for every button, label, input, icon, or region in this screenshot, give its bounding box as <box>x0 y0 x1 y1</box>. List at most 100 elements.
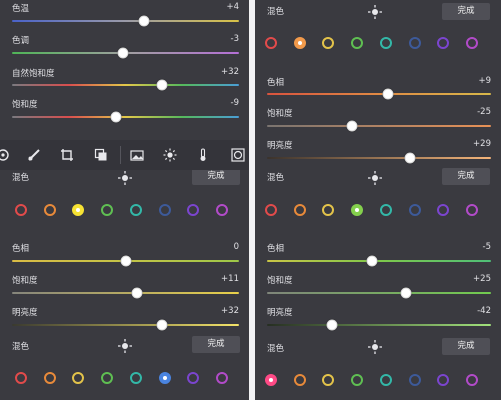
luminance-label: 明亮度 <box>267 141 293 151</box>
done-button[interactable]: 完成 <box>192 170 240 185</box>
color-swatch[interactable] <box>379 204 392 216</box>
slider-thumb[interactable] <box>404 152 416 164</box>
color-swatch[interactable] <box>15 372 27 384</box>
sun-icon[interactable] <box>163 148 177 162</box>
target-adjust-icon[interactable] <box>368 5 382 19</box>
color-swatch[interactable] <box>158 204 171 216</box>
saturation-label: 饱和度 <box>267 109 293 119</box>
color-swatch[interactable] <box>351 204 364 216</box>
color-swatch[interactable] <box>322 374 335 386</box>
brush-icon[interactable] <box>27 148 41 162</box>
adjust-icon[interactable] <box>0 148 10 162</box>
slider-thumb[interactable] <box>110 111 122 123</box>
done-button[interactable]: 完成 <box>442 3 490 20</box>
color-swatch[interactable] <box>15 204 27 216</box>
color-swatch[interactable] <box>379 374 392 386</box>
done-button-2[interactable]: 完成 <box>442 338 490 355</box>
image-icon[interactable] <box>130 148 144 162</box>
color-swatch[interactable] <box>437 374 450 386</box>
target-adjust-icon[interactable] <box>368 171 382 185</box>
color-swatch[interactable] <box>43 204 56 216</box>
color-swatch[interactable] <box>215 372 228 384</box>
luminance-slider[interactable] <box>267 152 491 164</box>
luminance-label: 明亮度 <box>12 308 38 318</box>
hue-slider[interactable] <box>267 255 491 267</box>
done-button[interactable]: 完成 <box>442 168 490 185</box>
layers-icon[interactable] <box>94 148 108 162</box>
luminance-slider[interactable] <box>12 319 239 331</box>
color-swatch[interactable] <box>465 37 478 49</box>
temperature-slider[interactable] <box>12 15 239 27</box>
color-swatch[interactable] <box>351 37 364 49</box>
saturation-slider[interactable] <box>12 287 239 299</box>
done-button-2[interactable]: 完成 <box>192 336 240 353</box>
hue-label: 色相 <box>267 244 285 254</box>
color-swatch[interactable] <box>408 204 421 216</box>
color-swatch[interactable] <box>437 37 450 49</box>
saturation-value: -25 <box>477 107 491 117</box>
vibrance-slider[interactable] <box>12 79 239 91</box>
color-swatch[interactable] <box>265 204 277 216</box>
edit-toolbar <box>0 140 249 170</box>
hue-slider[interactable] <box>267 88 491 100</box>
vignette-icon[interactable] <box>231 148 245 162</box>
color-swatch[interactable] <box>158 372 171 384</box>
color-swatch[interactable] <box>322 37 335 49</box>
luminance-value: +29 <box>473 139 491 149</box>
target-adjust-icon-2[interactable] <box>118 339 132 353</box>
saturation-slider[interactable] <box>12 111 239 123</box>
color-swatch[interactable] <box>43 372 56 384</box>
color-swatch[interactable] <box>322 204 335 216</box>
slider-thumb[interactable] <box>346 120 358 132</box>
tint-slider[interactable] <box>12 47 239 59</box>
slider-thumb[interactable] <box>382 88 394 100</box>
color-swatch[interactable] <box>72 204 85 216</box>
color-swatch[interactable] <box>72 372 85 384</box>
crop-icon[interactable] <box>60 148 74 162</box>
tint-value: -3 <box>230 34 239 44</box>
color-swatch[interactable] <box>101 204 114 216</box>
color-swatch[interactable] <box>265 374 277 386</box>
color-swatch[interactable] <box>465 374 478 386</box>
thermometer-icon[interactable] <box>196 148 210 162</box>
mix-label: 混色 <box>267 7 285 17</box>
target-adjust-icon-2[interactable] <box>368 340 382 354</box>
color-swatch[interactable] <box>408 37 421 49</box>
color-swatch[interactable] <box>408 374 421 386</box>
mix-label-2: 混色 <box>267 344 285 354</box>
slider-thumb[interactable] <box>117 47 129 59</box>
saturation-value: -9 <box>230 98 239 108</box>
color-swatch[interactable] <box>187 372 200 384</box>
color-swatch[interactable] <box>379 37 392 49</box>
slider-thumb[interactable] <box>366 255 378 267</box>
color-swatch[interactable] <box>101 372 114 384</box>
color-swatch[interactable] <box>437 204 450 216</box>
target-adjust-icon[interactable] <box>118 171 132 185</box>
color-swatch[interactable] <box>265 37 277 49</box>
hue-slider[interactable] <box>12 255 239 267</box>
hue-value: -5 <box>482 242 491 252</box>
color-swatch[interactable] <box>129 372 142 384</box>
color-swatch[interactable] <box>293 37 306 49</box>
color-swatch[interactable] <box>129 204 142 216</box>
color-swatch[interactable] <box>465 204 478 216</box>
temperature-value: +4 <box>226 2 239 12</box>
slider-thumb[interactable] <box>326 319 338 331</box>
slider-thumb[interactable] <box>120 255 131 267</box>
slider-thumb[interactable] <box>156 319 168 331</box>
saturation-slider[interactable] <box>267 287 491 299</box>
color-swatch[interactable] <box>293 204 306 216</box>
slider-thumb[interactable] <box>156 79 168 91</box>
luminance-slider[interactable] <box>267 319 491 331</box>
slider-thumb[interactable] <box>400 287 412 299</box>
slider-thumb[interactable] <box>138 15 150 27</box>
color-swatch[interactable] <box>351 374 364 386</box>
color-swatch[interactable] <box>215 204 228 216</box>
luminance-label: 明亮度 <box>267 308 293 318</box>
slider-thumb[interactable] <box>131 287 143 299</box>
color-swatch[interactable] <box>293 374 306 386</box>
saturation-slider[interactable] <box>267 120 491 132</box>
color-swatch[interactable] <box>187 204 200 216</box>
basic-adjust-panel: 色温 +4 色调 -3 自然饱和度 +32 饱和度 -9 <box>0 0 249 140</box>
color-mix-panel-green: 混色 完成 色相 -5 饱和度 +25 明亮度 -42 混色 完成 <box>255 168 501 400</box>
